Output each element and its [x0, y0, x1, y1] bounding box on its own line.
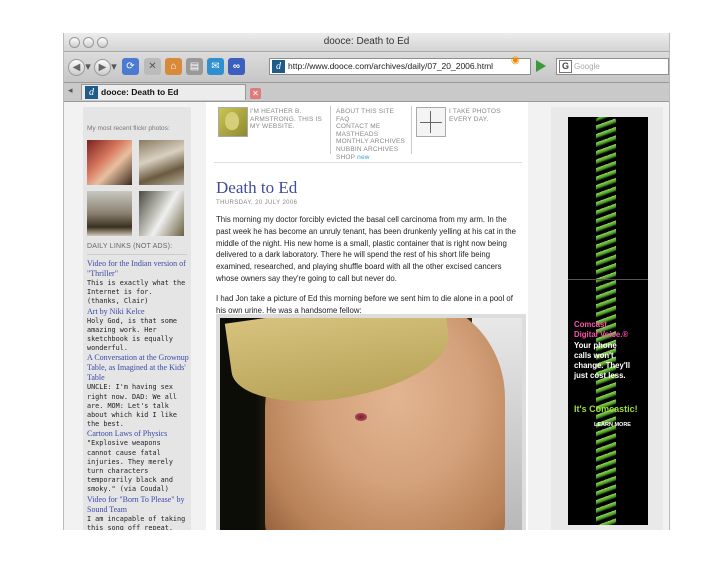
list-item: Video for the Indian version of "Thrille…	[87, 259, 189, 307]
header-nav: ABOUT THIS SITE FAQ CONTACT ME MASTHEADS…	[336, 108, 412, 161]
ad-column: Comcast Digital Voice.® Your phone calls…	[551, 107, 663, 530]
nav-mastheads[interactable]: MASTHEADS	[336, 131, 412, 139]
daily-links-heading: DAILY LINKS (NOT ADS):	[87, 243, 173, 250]
toolbar: ◀ ▾ ▶ ▾ ⟳ ✕ ⌂ ▤ ✉ ∞ d http://www.dooce.co…	[64, 52, 669, 83]
search-input[interactable]: G Google	[556, 58, 669, 75]
post-photo	[216, 314, 526, 530]
divider	[214, 162, 522, 163]
stop-icon[interactable]: ✕	[144, 58, 161, 75]
tab-label: dooce: Death to Ed	[101, 87, 179, 97]
divider	[411, 106, 412, 154]
nav-contact[interactable]: CONTACT ME	[336, 123, 412, 131]
list-item: Video for "Born To Please" by Sound Team…	[87, 495, 189, 530]
rss-icon[interactable]: ◉	[511, 55, 520, 66]
go-button[interactable]	[536, 60, 546, 72]
divider	[330, 106, 331, 154]
tab-bar: ◂ d dooce: Death to Ed ✕	[64, 83, 669, 102]
nav-monthly-archives[interactable]: MONTHLY ARCHIVES	[336, 138, 412, 146]
ad-slogan: It's Comcastic!	[574, 404, 638, 414]
divider	[87, 254, 187, 255]
site-header: I'M HEATHER B. ARMSTRONG. THIS IS MY WEB…	[206, 102, 528, 172]
daily-link-desc: I am incapable of taking this song off r…	[87, 514, 186, 530]
nav-faq[interactable]: FAQ	[336, 116, 412, 124]
back-arrow-icon[interactable]: ◀	[68, 59, 85, 76]
page-content: My most recent flickr photos: DAILY LINK…	[64, 102, 669, 530]
window-title: dooce: Death to Ed	[323, 36, 410, 47]
ad-body: Your phone calls won't change. They'll j…	[574, 341, 631, 380]
print-icon[interactable]: ▤	[186, 58, 203, 75]
nav-about[interactable]: ABOUT THIS SITE	[336, 108, 412, 116]
title-bar: dooce: Death to Ed	[64, 33, 669, 52]
flickr-thumb[interactable]	[139, 140, 184, 185]
daily-link[interactable]: Video for the Indian version of "Thrille…	[87, 259, 189, 279]
left-sidebar: My most recent flickr photos: DAILY LINK…	[83, 107, 191, 530]
new-badge: new	[357, 153, 370, 161]
main-column: I'M HEATHER B. ARMSTRONG. THIS IS MY WEB…	[206, 102, 528, 530]
learn-more-link[interactable]: LEARN MORE	[594, 420, 631, 430]
post-date: THURSDAY, 20 JULY 2006	[216, 200, 298, 206]
flickr-title: My most recent flickr photos:	[87, 125, 170, 132]
photos-link[interactable]: I TAKE PHOTOS EVERY DAY.	[449, 108, 525, 123]
list-item: Art by Niki Kelce Holy God, is that some…	[87, 307, 189, 354]
post-paragraph: This morning my doctor forcibly evicted …	[216, 215, 516, 283]
tab-favicon-icon: d	[85, 86, 98, 99]
comcast-ad[interactable]: Comcast Digital Voice.® Your phone calls…	[568, 117, 648, 525]
search-placeholder: Google	[574, 62, 600, 71]
post-title[interactable]: Death to Ed	[216, 178, 297, 198]
bio-text: I'M HEATHER B. ARMSTRONG. THIS IS MY WEB…	[250, 108, 323, 131]
url-text[interactable]: http://www.dooce.com/archives/daily/07_2…	[288, 61, 493, 71]
post-paragraph: I had Jon take a picture of Ed this morn…	[216, 293, 513, 315]
home-icon[interactable]: ⌂	[165, 58, 182, 75]
flickr-thumb[interactable]	[139, 191, 184, 236]
ad-headline: Comcast Digital Voice.®	[574, 320, 629, 339]
extension-icon[interactable]: ∞	[228, 58, 245, 75]
list-item: Cartoon Laws of Physics "Explosive weapo…	[87, 429, 189, 494]
nav-nubbin-archives[interactable]: NUBBIN ARCHIVES	[336, 146, 412, 154]
nav-shop[interactable]: SHOP	[336, 154, 355, 161]
site-favicon-icon: d	[272, 60, 285, 73]
close-tab-icon[interactable]: ✕	[250, 88, 261, 99]
daily-link[interactable]: Art by Niki Kelce	[87, 307, 189, 317]
flickr-thumb[interactable]	[87, 140, 132, 185]
bookmark-icon[interactable]: ✉	[207, 58, 224, 75]
photo-crosshair-icon[interactable]	[416, 107, 446, 137]
post-body: This morning my doctor forcibly evicted …	[216, 214, 522, 324]
daily-link[interactable]: A Conversation at the Grownup Table, as …	[87, 353, 189, 383]
daily-link[interactable]: Cartoon Laws of Physics	[87, 429, 189, 439]
daily-links-list: Video for the Indian version of "Thrille…	[87, 259, 189, 530]
reload-icon[interactable]: ⟳	[122, 58, 139, 75]
list-item: A Conversation at the Grownup Table, as …	[87, 353, 189, 429]
url-bar[interactable]: d http://www.dooce.com/archives/daily/07_…	[269, 58, 531, 75]
daily-link-desc: Holy God, is that some amazing work. Her…	[87, 316, 178, 353]
flickr-thumb[interactable]	[87, 191, 132, 236]
daily-link[interactable]: Video for "Born To Please" by Sound Team	[87, 495, 189, 515]
forward-arrow-icon[interactable]: ▶	[94, 59, 111, 76]
chevron-down-icon[interactable]: ▾	[85, 59, 91, 75]
tab-dooce[interactable]: d dooce: Death to Ed ✕	[81, 84, 261, 100]
daily-link-desc: UNCLE: I'm having sex right now. DAD: We…	[87, 383, 178, 429]
avatar[interactable]	[218, 107, 248, 137]
daily-link-desc: This is exactly what the Internet is for…	[87, 279, 186, 306]
daily-link-desc: "Explosive weapons cannot cause fatal in…	[87, 439, 173, 494]
tab-list-icon[interactable]: ◂	[68, 85, 73, 96]
browser-window: dooce: Death to Ed ◀ ▾ ▶ ▾ ⟳ ✕ ⌂ ▤ ✉ ∞ d…	[63, 33, 670, 530]
google-engine-icon[interactable]: G	[559, 60, 572, 73]
chevron-down-icon[interactable]: ▾	[111, 59, 117, 75]
divider	[568, 279, 648, 280]
